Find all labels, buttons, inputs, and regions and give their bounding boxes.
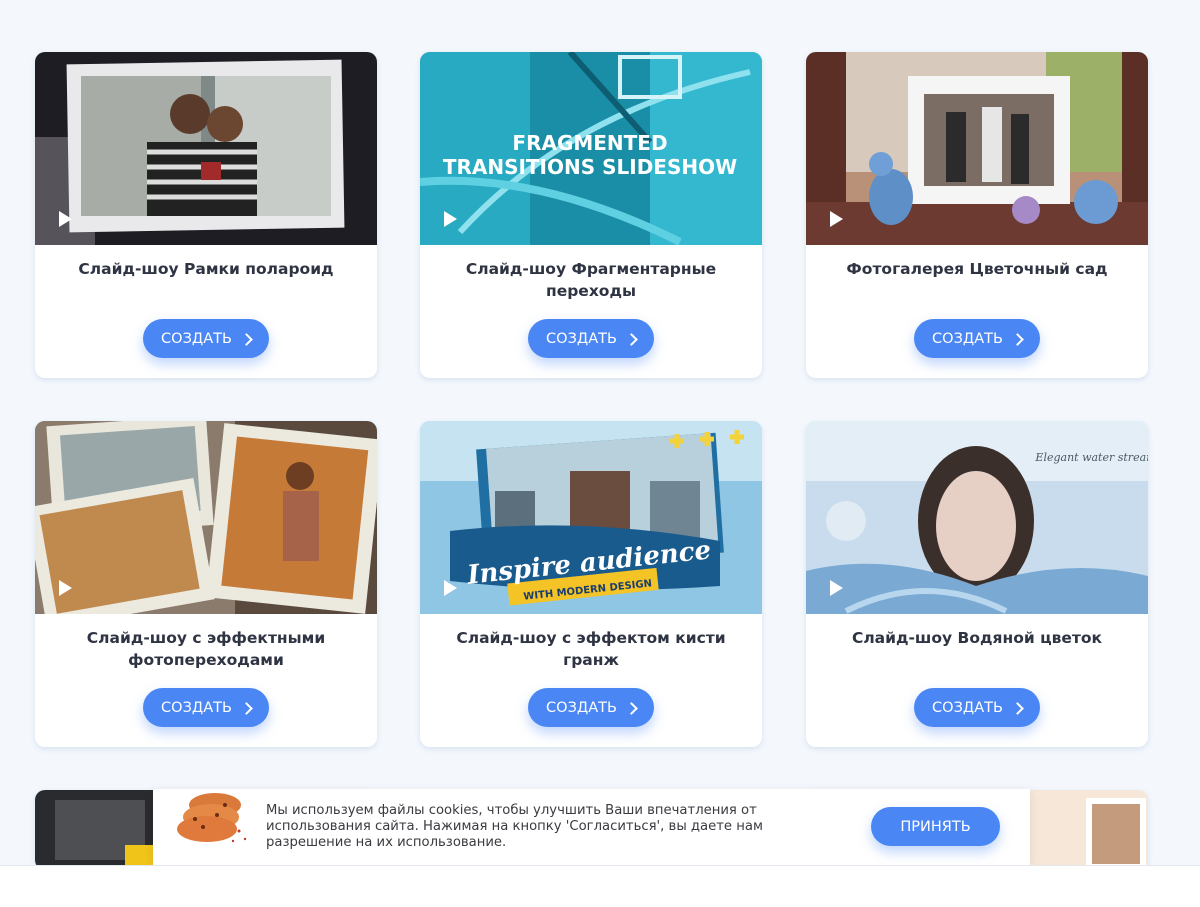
chevron-right-icon xyxy=(625,701,638,715)
template-card[interactable]: Elegant water stream Слайд-шоу Водяной ц… xyxy=(806,421,1148,747)
create-button-label: СОЗДАТЬ xyxy=(932,699,1003,716)
play-icon[interactable] xyxy=(57,579,73,597)
thumbnail-photo-transitions[interactable] xyxy=(35,421,377,614)
card-title: Слайд-шоу Водяной цветок xyxy=(851,629,1103,647)
play-icon[interactable] xyxy=(442,210,458,228)
create-button[interactable]: СОЗДАТЬ xyxy=(528,688,654,727)
thumbnail-polaroid[interactable] xyxy=(35,52,377,245)
chevron-right-icon xyxy=(240,701,253,715)
play-icon[interactable] xyxy=(828,210,844,228)
overlay-text: TRANSITIONS SLIDESHOW xyxy=(443,155,737,179)
thumbnail-fragmented[interactable]: FRAGMENTED TRANSITIONS SLIDESHOW xyxy=(420,52,762,245)
create-button[interactable]: СОЗДАТЬ xyxy=(528,319,654,358)
cookie-icon xyxy=(173,783,253,857)
template-card[interactable]: Слайд-шоу с эффектными фотопереходами СО… xyxy=(35,421,377,747)
template-card[interactable]: FRAGMENTED TRANSITIONS SLIDESHOW Слайд-ш… xyxy=(420,52,762,378)
create-button-label: СОЗДАТЬ xyxy=(161,699,232,716)
chevron-right-icon xyxy=(625,332,638,346)
create-button[interactable]: СОЗДАТЬ xyxy=(143,688,269,727)
play-icon[interactable] xyxy=(442,579,458,597)
template-card[interactable]: Слайд-шоу Рамки полароид СОЗДАТЬ xyxy=(35,52,377,378)
bottom-bar xyxy=(0,865,1200,907)
accept-cookies-button[interactable]: ПРИНЯТЬ xyxy=(871,807,1000,846)
thumbnail-water-flower[interactable]: Elegant water stream xyxy=(806,421,1148,614)
card-title: Слайд-шоу Рамки полароид xyxy=(78,260,334,278)
card-title: Слайд-шоу с эффектом кисти гранж xyxy=(456,629,726,669)
card-title: Слайд-шоу с эффектными фотопереходами xyxy=(86,629,326,669)
overlay-text: FRAGMENTED xyxy=(512,131,667,155)
chevron-right-icon xyxy=(1011,332,1024,346)
play-icon[interactable] xyxy=(57,210,73,228)
create-button-label: СОЗДАТЬ xyxy=(546,330,617,347)
card-title: Фотогалерея Цветочный сад xyxy=(846,260,1108,278)
create-button-label: СОЗДАТЬ xyxy=(546,699,617,716)
create-button[interactable]: СОЗДАТЬ xyxy=(914,688,1040,727)
template-card[interactable]: Фотогалерея Цветочный сад СОЗДАТЬ xyxy=(806,52,1148,378)
create-button[interactable]: СОЗДАТЬ xyxy=(143,319,269,358)
thumbnail-grunge-brush[interactable]: Inspire audience WITH MODERN DESIGN xyxy=(420,421,762,614)
chevron-right-icon xyxy=(240,332,253,346)
template-card[interactable]: Inspire audience WITH MODERN DESIGN Слай… xyxy=(420,421,762,747)
overlay-text: Elegant water stream xyxy=(1034,451,1148,464)
card-title: Слайд-шоу Фрагментарные переходы xyxy=(465,260,717,300)
cookie-banner: Мы используем файлы cookies, чтобы улучш… xyxy=(153,789,1030,865)
play-icon[interactable] xyxy=(828,579,844,597)
cookie-notice-text: Мы используем файлы cookies, чтобы улучш… xyxy=(266,803,763,850)
chevron-right-icon xyxy=(1011,701,1024,715)
create-button-label: СОЗДАТЬ xyxy=(932,330,1003,347)
create-button[interactable]: СОЗДАТЬ xyxy=(914,319,1040,358)
create-button-label: СОЗДАТЬ xyxy=(161,330,232,347)
thumbnail-flower-garden[interactable] xyxy=(806,52,1148,245)
